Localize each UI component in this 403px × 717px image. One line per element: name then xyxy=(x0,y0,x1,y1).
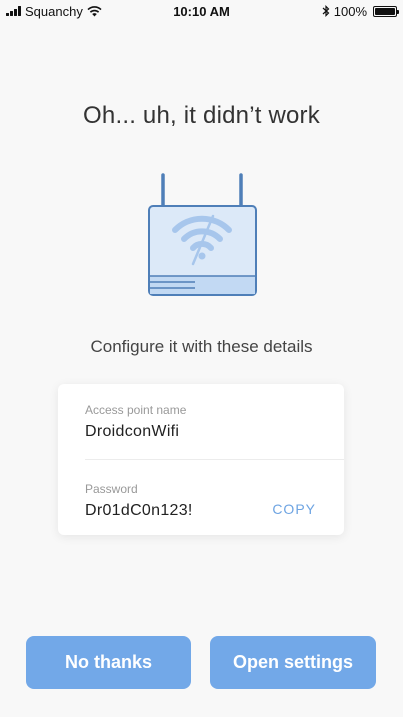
page-title: Oh... uh, it didn’t work xyxy=(83,102,320,129)
network-details-card: Access point name DroidconWifi Password … xyxy=(58,384,344,535)
status-left: Squanchy xyxy=(6,4,102,19)
router-illustration xyxy=(148,173,257,296)
status-bar: Squanchy 10:10 AM 100% xyxy=(0,0,403,22)
page-subtitle: Configure it with these details xyxy=(90,337,313,356)
status-right: 100% xyxy=(322,3,399,19)
no-thanks-button[interactable]: No thanks xyxy=(26,636,191,689)
battery-percentage: 100% xyxy=(333,3,367,19)
open-settings-button[interactable]: Open settings xyxy=(210,636,376,689)
wifi-icon xyxy=(87,5,102,16)
screen: Squanchy 10:10 AM 100% Oh... uh, it didn… xyxy=(0,0,403,717)
ssid-value: DroidconWifi xyxy=(85,423,180,440)
password-label: Password xyxy=(85,482,138,496)
carrier-name: Squanchy xyxy=(25,3,83,19)
bluetooth-icon xyxy=(322,5,330,17)
signal-icon xyxy=(6,6,21,16)
ssid-field: Access point name DroidconWifi xyxy=(85,403,344,460)
copy-password-button[interactable]: COPY xyxy=(272,501,316,517)
ssid-label: Access point name xyxy=(85,403,187,417)
battery-icon xyxy=(373,5,399,17)
